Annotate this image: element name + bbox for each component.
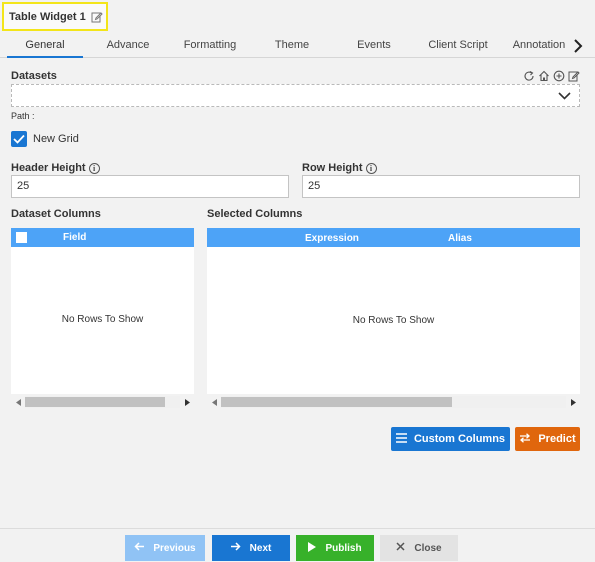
next-label: Next bbox=[249, 542, 272, 554]
empty-message: No Rows To Show bbox=[352, 315, 435, 326]
scroll-thumb[interactable] bbox=[25, 397, 165, 407]
field-column-header[interactable]: Field bbox=[63, 232, 86, 243]
edit-title-icon[interactable] bbox=[91, 11, 103, 23]
tab-scroll-right-icon[interactable] bbox=[571, 35, 585, 57]
datasets-select[interactable] bbox=[11, 84, 580, 107]
header-height-input[interactable]: 25 bbox=[11, 175, 289, 198]
tab-bar: General Advance Formatting Theme Events … bbox=[0, 34, 595, 58]
widget-title: Table Widget 1 bbox=[9, 10, 86, 23]
refresh-icon[interactable] bbox=[523, 70, 535, 82]
publish-label: Publish bbox=[325, 542, 362, 554]
close-button[interactable]: Close bbox=[380, 535, 458, 561]
path-label: Path : bbox=[11, 111, 35, 121]
close-icon bbox=[396, 542, 405, 554]
play-icon bbox=[308, 541, 317, 555]
predict-button[interactable]: Predict bbox=[515, 427, 580, 451]
row-height-label-text: Row Height bbox=[302, 162, 363, 174]
add-icon[interactable] bbox=[553, 70, 565, 82]
scroll-left-icon[interactable] bbox=[11, 396, 25, 408]
selected-columns-label: Selected Columns bbox=[207, 208, 303, 220]
row-height-input[interactable]: 25 bbox=[302, 175, 580, 198]
tab-general[interactable]: General bbox=[7, 34, 83, 58]
scroll-right-icon[interactable] bbox=[180, 396, 194, 408]
row-height-label: Row Height i bbox=[302, 162, 377, 174]
new-grid-label: New Grid bbox=[33, 133, 79, 145]
dataset-toolbar bbox=[523, 70, 580, 82]
expression-column-header[interactable]: Expression bbox=[305, 233, 359, 244]
chevron-down-icon[interactable] bbox=[558, 91, 571, 103]
header-height-label: Header Height i bbox=[11, 162, 100, 174]
home-icon[interactable] bbox=[538, 70, 550, 82]
scroll-right-icon[interactable] bbox=[566, 396, 580, 408]
scroll-track[interactable] bbox=[25, 396, 180, 408]
custom-columns-label: Custom Columns bbox=[413, 433, 506, 445]
close-label: Close bbox=[414, 542, 442, 554]
selected-columns-grid: Expression Alias No Rows To Show bbox=[207, 228, 580, 408]
tab-annotation[interactable]: Annotation bbox=[505, 34, 573, 58]
tab-events[interactable]: Events bbox=[336, 34, 412, 58]
datasets-label: Datasets bbox=[11, 70, 57, 82]
horizontal-scrollbar[interactable] bbox=[11, 396, 194, 408]
dataset-columns-grid: Field No Rows To Show bbox=[11, 228, 194, 408]
empty-message: No Rows To Show bbox=[61, 314, 144, 325]
tab-client-script[interactable]: Client Script bbox=[418, 34, 498, 58]
menu-icon bbox=[395, 432, 407, 446]
grid-header: Expression Alias bbox=[207, 228, 580, 247]
publish-button[interactable]: Publish bbox=[296, 535, 374, 561]
tab-advance[interactable]: Advance bbox=[90, 34, 166, 58]
scroll-track[interactable] bbox=[221, 396, 566, 408]
tab-theme[interactable]: Theme bbox=[254, 34, 330, 58]
custom-columns-button[interactable]: Custom Columns bbox=[391, 427, 510, 451]
info-icon[interactable]: i bbox=[88, 162, 100, 174]
swap-arrows-icon bbox=[519, 432, 531, 446]
arrow-right-icon bbox=[230, 542, 241, 554]
header-height-label-text: Header Height bbox=[11, 162, 86, 174]
edit-dataset-icon[interactable] bbox=[568, 70, 580, 82]
tab-formatting[interactable]: Formatting bbox=[172, 34, 248, 58]
info-icon[interactable]: i bbox=[365, 162, 377, 174]
horizontal-scrollbar[interactable] bbox=[207, 396, 580, 408]
dataset-columns-label: Dataset Columns bbox=[11, 208, 101, 220]
widget-title-box: Table Widget 1 bbox=[2, 2, 108, 31]
select-all-checkbox[interactable] bbox=[16, 232, 27, 243]
new-grid-checkbox[interactable] bbox=[11, 131, 27, 147]
arrow-left-icon bbox=[134, 542, 145, 554]
grid-header: Field bbox=[11, 228, 194, 247]
alias-column-header[interactable]: Alias bbox=[448, 233, 472, 244]
next-button[interactable]: Next bbox=[212, 535, 290, 561]
previous-label: Previous bbox=[153, 542, 196, 554]
predict-label: Predict bbox=[538, 433, 576, 445]
scroll-thumb[interactable] bbox=[221, 397, 453, 407]
scroll-left-icon[interactable] bbox=[207, 396, 221, 408]
previous-button[interactable]: Previous bbox=[125, 535, 205, 561]
